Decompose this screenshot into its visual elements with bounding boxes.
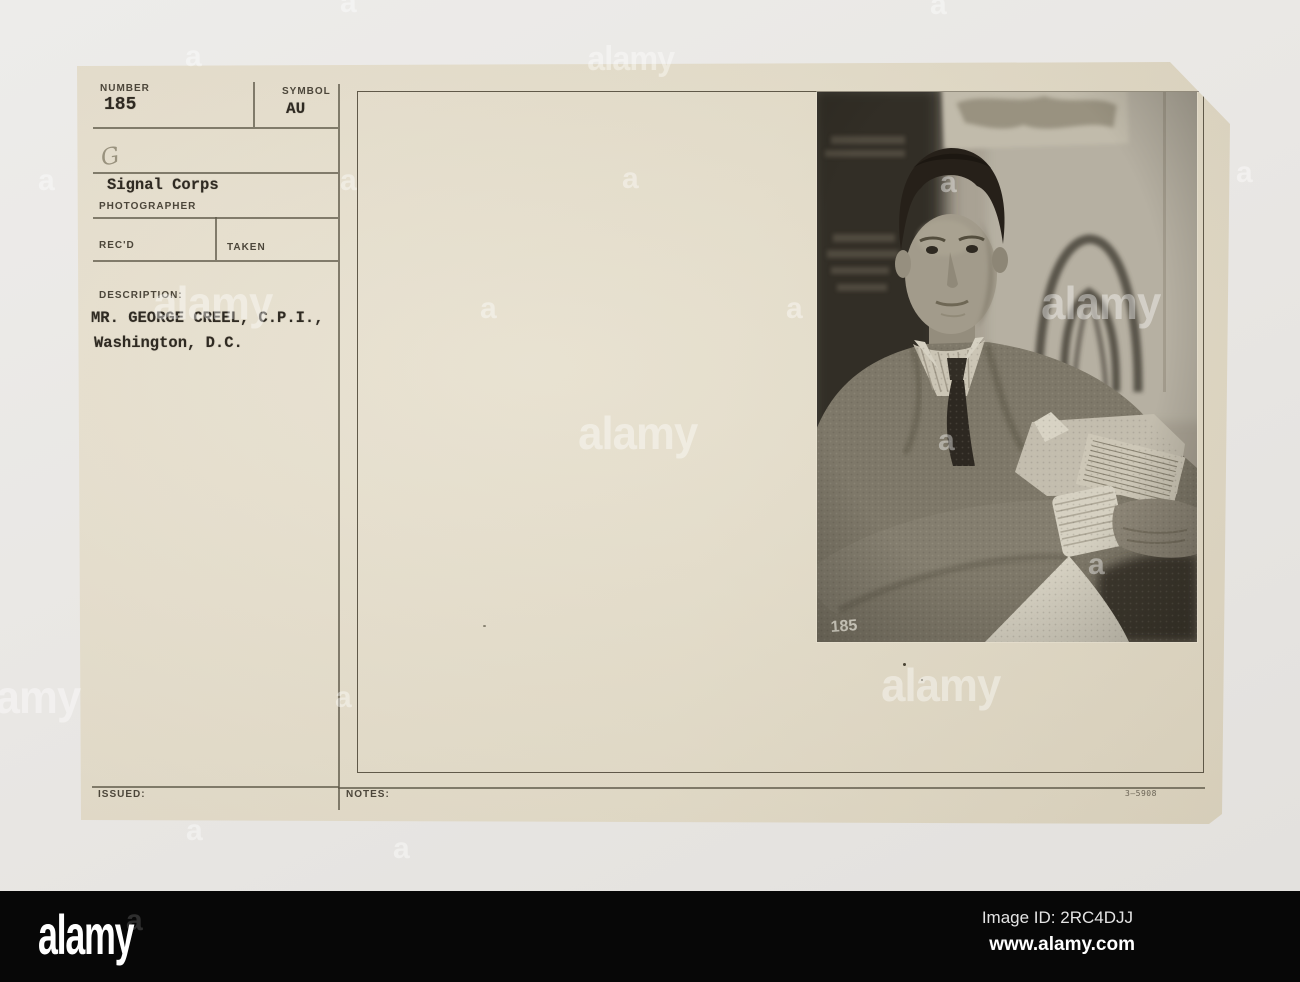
number-label: NUMBER [100, 83, 150, 94]
photo-vignette [817, 92, 1197, 642]
photo-index-card: NUMBER 185 SYMBOL AU G Signal Corps PHOT… [77, 62, 1230, 824]
ink-speck [483, 625, 486, 627]
number-value: 185 [104, 95, 137, 115]
stock-photo-scan: NUMBER 185 SYMBOL AU G Signal Corps PHOT… [0, 0, 1300, 982]
rule-line [93, 172, 338, 174]
ink-speck [903, 663, 906, 666]
ink-speck [921, 679, 923, 681]
received-label: REC'D [99, 240, 135, 251]
watermark-letter: a [393, 832, 410, 865]
symbol-value: AU [286, 100, 306, 118]
organization-value: Signal Corps [107, 176, 219, 194]
notes-label: NOTES: [346, 789, 390, 800]
watermark-letter: a [38, 164, 55, 197]
watermark-brand: alamy [0, 671, 81, 723]
alamy-logo: alamy [38, 903, 135, 966]
description-line2: Washington, D.C. [94, 334, 243, 352]
rule-line [93, 127, 338, 129]
handwritten-mark: G [98, 142, 122, 172]
image-id-text: Image ID: 2RC4DJJ [981, 908, 1133, 927]
attached-photograph: 185 [805, 79, 1207, 642]
issued-rule-line [92, 786, 339, 788]
description-label: DESCRIPTION: [99, 290, 183, 301]
print-code: 3—5908 [1125, 789, 1157, 798]
photographer-label: PHOTOGRAPHER [99, 201, 197, 212]
taken-label: TAKEN [227, 242, 266, 253]
column-divider-line [338, 84, 340, 810]
symbol-label: SYMBOL [282, 86, 331, 97]
alamy-url-text: www.alamy.com [989, 934, 1135, 955]
notes-rule-line [338, 787, 1205, 789]
alamy-footer-bar: alamy Image ID: 2RC4DJJ www.alamy.com [0, 891, 1300, 982]
rule-line [93, 260, 338, 262]
recd-taken-divider [215, 217, 217, 260]
issued-label: ISSUED: [98, 789, 146, 800]
watermark-letter: a [930, 0, 947, 21]
header-divider-line [253, 82, 255, 127]
watermark-letter: a [340, 0, 357, 19]
description-line1: MR. GEORGE CREEL, C.P.I., [91, 309, 324, 327]
watermark-letter: a [1236, 156, 1253, 189]
